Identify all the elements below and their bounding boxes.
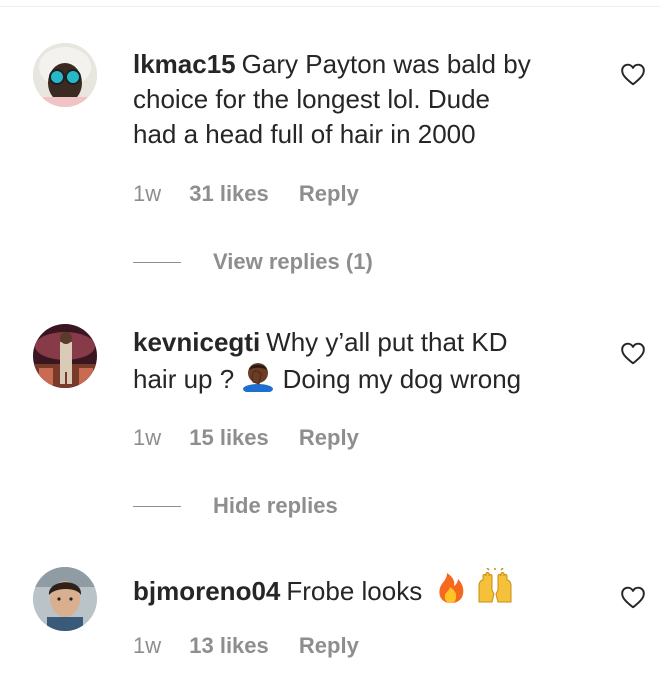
replies-divider-line (133, 505, 181, 507)
reply-button[interactable]: Reply (299, 633, 359, 659)
view-replies-label: View replies (1) (213, 249, 373, 274)
hide-replies-label: Hide replies (213, 493, 338, 518)
replies-divider-line (133, 261, 181, 263)
likes-count[interactable]: 31 likes (189, 181, 269, 207)
comment-text-line-1: Why y’all put that KD (266, 327, 508, 357)
raising-hands-emoji (478, 568, 512, 603)
timestamp[interactable]: 1w (133, 181, 161, 207)
hide-replies-button[interactable]: Hide replies (133, 491, 338, 521)
timestamp[interactable]: 1w (133, 633, 161, 659)
reply-button[interactable]: Reply (299, 181, 359, 207)
person-facepalming-emoji (243, 363, 274, 392)
view-replies-button[interactable]: View replies (1) (133, 247, 373, 277)
top-divider (0, 6, 660, 7)
username[interactable]: lkmac15 (133, 49, 236, 79)
fire-emoji (439, 573, 464, 603)
comment-meta: 1w 13 likes Reply (133, 633, 359, 659)
comment-body: lkmac15 Gary Payton was bald by choice fo… (133, 47, 578, 152)
comment-body: bjmoreno04 Frobe looks (133, 568, 578, 609)
avatar-image (33, 324, 97, 388)
avatar-lkmac15[interactable] (33, 43, 97, 107)
avatar-image (33, 43, 97, 107)
comment-body: kevnicegti Why y’all put that KD hair up … (133, 325, 578, 397)
comment-text-line-2b: Doing my dog wrong (282, 364, 522, 394)
comment-text: Frobe looks (286, 576, 423, 606)
likes-count[interactable]: 13 likes (189, 633, 269, 659)
heart-outline-icon[interactable] (620, 341, 646, 365)
comment-text-line-2: hair up ? (133, 364, 235, 394)
username[interactable]: bjmoreno04 (133, 576, 280, 606)
likes-count[interactable]: 15 likes (189, 425, 269, 451)
reply-button[interactable]: Reply (299, 425, 359, 451)
timestamp[interactable]: 1w (133, 425, 161, 451)
comment-meta: 1w 15 likes Reply (133, 425, 359, 451)
comment-meta: 1w 31 likes Reply (133, 181, 359, 207)
comment-text-line-3: had a head full of hair in 2000 (133, 119, 476, 149)
avatar-bjmoreno04[interactable] (33, 567, 97, 631)
username[interactable]: kevnicegti (133, 327, 260, 357)
heart-outline-icon[interactable] (620, 62, 646, 86)
avatar-kevnicegti[interactable] (33, 324, 97, 388)
heart-outline-icon[interactable] (620, 585, 646, 609)
comment-text-line-1: Gary Payton was bald by (241, 49, 531, 79)
comment-text-line-2: choice for the longest lol. Dude (133, 84, 490, 114)
avatar-image (33, 567, 97, 631)
